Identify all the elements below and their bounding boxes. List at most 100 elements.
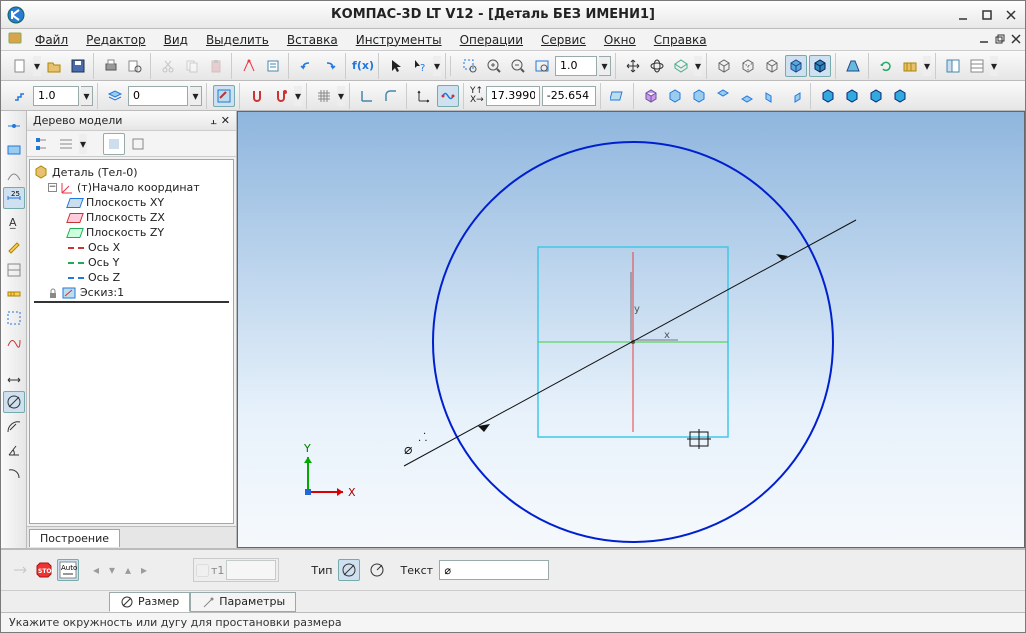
tree-axis-x[interactable]: Ось X — [34, 240, 229, 255]
menu-view[interactable]: Вид — [156, 31, 196, 49]
menu-editor[interactable]: Редактор — [78, 31, 153, 49]
help-cursor-button[interactable]: ? — [409, 55, 431, 77]
tool-arc-dim-button[interactable] — [3, 463, 25, 485]
new-doc-dropdown[interactable]: ▾ — [33, 56, 41, 76]
zoom-fit-button[interactable] — [531, 55, 553, 77]
tree-icon-button[interactable] — [31, 133, 53, 155]
tool-measure-button[interactable] — [3, 283, 25, 305]
view-plane-button[interactable] — [607, 85, 629, 107]
collapse-icon[interactable]: − — [48, 183, 57, 192]
prop-text-field[interactable] — [439, 560, 549, 580]
copy-button[interactable] — [181, 55, 203, 77]
prop-nav-right-button[interactable]: ▸ — [137, 559, 151, 581]
step-button[interactable] — [9, 85, 31, 107]
open-button[interactable] — [43, 55, 65, 77]
iso-nw-button[interactable] — [889, 85, 911, 107]
doc-minimize-button[interactable] — [979, 33, 989, 47]
tool-point-button[interactable] — [3, 115, 25, 137]
doc-restore-button[interactable] — [995, 33, 1005, 47]
tool-select-button[interactable] — [3, 307, 25, 329]
iso-se-button[interactable] — [817, 85, 839, 107]
prop-nav-left-button[interactable]: ◂ — [89, 559, 103, 581]
round-button[interactable] — [380, 85, 402, 107]
menu-window[interactable]: Окно — [596, 31, 644, 49]
print-button[interactable] — [100, 55, 122, 77]
layer-button[interactable] — [104, 85, 126, 107]
no-hidden-button[interactable] — [761, 55, 783, 77]
grid-button[interactable] — [313, 85, 335, 107]
snap-dropdown[interactable]: ▾ — [294, 86, 302, 106]
save-button[interactable] — [67, 55, 89, 77]
rebuild-button[interactable] — [899, 55, 921, 77]
iso-xyz-button[interactable] — [640, 85, 662, 107]
tree-axis-y[interactable]: Ось Y — [34, 255, 229, 270]
iso-top-button[interactable] — [712, 85, 734, 107]
close-button[interactable] — [1003, 7, 1019, 23]
rebuild-dropdown[interactable]: ▾ — [923, 56, 931, 76]
prop-stop-button[interactable]: STOP — [33, 559, 55, 581]
zoom-out-button[interactable] — [507, 55, 529, 77]
tree-tab-build[interactable]: Построение — [29, 529, 120, 547]
layer-field[interactable] — [128, 86, 188, 106]
shaded-edges-button[interactable] — [809, 55, 831, 77]
doc-close-button[interactable] — [1011, 33, 1021, 47]
zoom-window-button[interactable] — [459, 55, 481, 77]
sketch-mode-button[interactable] — [213, 85, 235, 107]
local-cs-button[interactable] — [413, 85, 435, 107]
ortho-button[interactable] — [356, 85, 378, 107]
layer-dropdown[interactable]: ▾ — [190, 86, 202, 106]
parametric-button[interactable] — [437, 85, 459, 107]
menu-insert[interactable]: Вставка — [279, 31, 346, 49]
tool-spline-button[interactable] — [3, 331, 25, 353]
tree-list-button[interactable] — [55, 133, 77, 155]
menu-service[interactable]: Сервис — [533, 31, 594, 49]
layers-button[interactable] — [966, 55, 988, 77]
tool-text-button[interactable]: A̲ — [3, 211, 25, 233]
panel-pin-icon[interactable]: ⫠ — [210, 114, 217, 128]
viewport-3d[interactable]: y x ⌀ . . . — [237, 111, 1025, 548]
zoom-in-button[interactable] — [483, 55, 505, 77]
prop-nav-up-button[interactable]: ▴ — [121, 559, 135, 581]
orient-dropdown[interactable]: ▾ — [694, 56, 702, 76]
prop-apply-button[interactable] — [9, 559, 31, 581]
tree-plane-xy[interactable]: Плоскость XY — [34, 195, 229, 210]
tab-dimension[interactable]: Размер — [109, 592, 190, 612]
tool-edit-button[interactable] — [3, 235, 25, 257]
fx-button[interactable]: f(x) — [352, 55, 374, 77]
wireframe-button[interactable] — [713, 55, 735, 77]
pan-button[interactable] — [622, 55, 644, 77]
tree-toggle-button[interactable] — [942, 55, 964, 77]
minimize-button[interactable] — [955, 7, 971, 23]
tool-angle-dim-button[interactable] — [3, 439, 25, 461]
step-dropdown[interactable]: ▾ — [81, 86, 93, 106]
tree-mode1-button[interactable] — [103, 133, 125, 155]
coord-y-field[interactable] — [542, 86, 596, 106]
redo-button[interactable] — [319, 55, 341, 77]
tool-diameter-dim-button[interactable] — [3, 391, 25, 413]
prop-auto-button[interactable]: Auto — [57, 559, 79, 581]
step-field[interactable] — [33, 86, 79, 106]
tool-dimension-button[interactable]: 25 — [3, 187, 25, 209]
tree-axis-z[interactable]: Ось Z — [34, 270, 229, 285]
tab-parameters[interactable]: Параметры — [190, 592, 296, 612]
rotate-button[interactable] — [646, 55, 668, 77]
menu-select[interactable]: Выделить — [198, 31, 277, 49]
tool-radius-dim-button[interactable] — [3, 415, 25, 437]
tree-mode2-button[interactable] — [127, 133, 149, 155]
iso-back-button[interactable] — [688, 85, 710, 107]
hidden-lines-button[interactable] — [737, 55, 759, 77]
cut-button[interactable] — [157, 55, 179, 77]
shaded-button[interactable] — [785, 55, 807, 77]
snap-settings-button[interactable] — [270, 85, 292, 107]
tool-param-button[interactable] — [3, 259, 25, 281]
tool-line-button[interactable] — [3, 139, 25, 161]
tree-root[interactable]: Деталь (Тел-0) — [34, 164, 229, 180]
iso-sw-button[interactable] — [841, 85, 863, 107]
orient-button[interactable] — [670, 55, 692, 77]
properties-button[interactable] — [238, 55, 260, 77]
refresh-button[interactable] — [875, 55, 897, 77]
zoom-dropdown[interactable]: ▾ — [599, 56, 611, 76]
maximize-button[interactable] — [979, 7, 995, 23]
system-menu-icon[interactable] — [7, 30, 23, 49]
panel-close-icon[interactable]: ✕ — [221, 114, 230, 128]
